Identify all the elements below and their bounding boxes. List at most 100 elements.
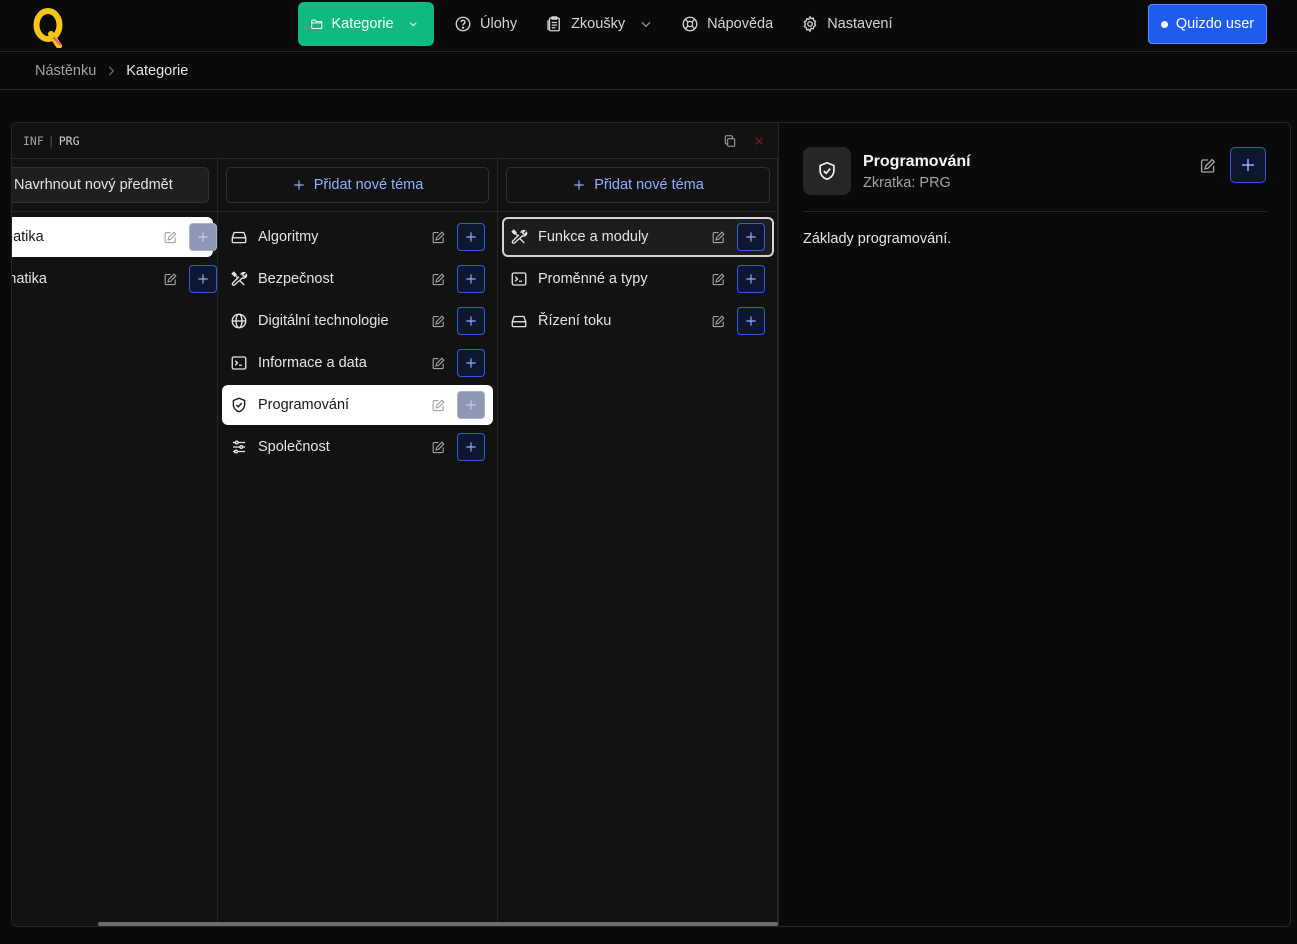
nav-kategorie-label: Kategorie — [331, 16, 394, 32]
plus-icon — [198, 274, 208, 284]
add-subtopic-button[interactable] — [457, 307, 485, 335]
topics-column: Přidat nové téma Algoritmy Bezpečnost Di… — [218, 159, 498, 926]
nav-zkousky[interactable]: Zkoušky — [533, 2, 669, 46]
edit-icon[interactable] — [163, 272, 178, 287]
add-topic-button[interactable] — [189, 265, 217, 293]
add-child-button[interactable] — [737, 265, 765, 293]
topics-column-header: Přidat nové téma — [218, 159, 497, 212]
edit-icon[interactable] — [431, 230, 446, 245]
nav-napoveda[interactable]: Nápověda — [669, 2, 789, 46]
add-topic-label: Přidat nové téma — [313, 177, 424, 193]
plus-icon — [198, 232, 208, 242]
plus-icon — [574, 180, 584, 190]
status-dot — [1160, 20, 1168, 28]
subtopic-row-promenne-a-typy[interactable]: Proměnné a typy — [502, 259, 774, 299]
plus-icon — [294, 180, 304, 190]
detail-title: Programování — [863, 153, 971, 170]
chevron-right-icon — [109, 66, 115, 76]
detail-abbreviation: Zkratka: PRG — [863, 175, 951, 191]
add-subtopic-button[interactable] — [457, 223, 485, 251]
browser-header: INF | PRG — [12, 123, 778, 159]
subtopic-label: Proměnné a typy — [538, 271, 648, 287]
edit-icon[interactable] — [1199, 157, 1217, 175]
main-nav: Kategorie Úlohy Zkoušky Nápověda Nastave… — [298, 2, 908, 46]
detail-icon-tile — [803, 147, 851, 195]
nav-nastaveni[interactable]: Nastavení — [789, 2, 908, 46]
terminal-icon — [511, 272, 527, 286]
plus-icon — [466, 400, 476, 410]
tools-icon — [231, 271, 248, 286]
nav-nastaveni-label: Nastavení — [827, 16, 893, 32]
add-subtopic-button[interactable] — [457, 433, 485, 461]
breadcrumb-current: Kategorie — [126, 63, 189, 79]
edit-icon[interactable] — [431, 398, 446, 413]
close-icon[interactable] — [752, 134, 766, 148]
topic-label: Digitální technologie — [258, 313, 389, 329]
user-menu-button[interactable]: Quizdo user — [1148, 4, 1267, 44]
subtopic-row-rizeni-toku[interactable]: Řízení toku — [502, 301, 774, 341]
path-separator: | — [47, 134, 55, 148]
add-subtopic-button[interactable]: Přidat nové téma — [506, 167, 770, 203]
question-circle-icon — [455, 16, 471, 32]
topic-row-programovani[interactable]: Programování — [222, 385, 493, 425]
edit-icon[interactable] — [431, 314, 446, 329]
add-subtopic-button[interactable] — [457, 265, 485, 293]
topic-label: Společnost — [258, 439, 330, 455]
subtopic-label: Funkce a moduly — [538, 229, 649, 245]
categories-card: INF|PRG Navrhnout nový předmět Informati… — [11, 122, 1291, 927]
path-current: PRG — [58, 134, 80, 148]
detail-panel: Programování Zkratka: PRG Základy progra… — [779, 123, 1290, 926]
add-subtopic-label: Přidat nové téma — [594, 177, 704, 193]
plus-icon — [466, 232, 476, 242]
topic-row-digitalni-technologie[interactable]: Digitální technologie — [222, 301, 493, 341]
add-topic-button[interactable]: Přidat nové téma — [226, 167, 489, 203]
subject-row-informatika[interactable]: Informatika — [12, 217, 217, 257]
edit-icon[interactable] — [711, 314, 726, 329]
lifebuoy-icon — [682, 16, 698, 32]
topic-row-informace-a-data[interactable]: Informace a data — [222, 343, 493, 383]
breadcrumb-home[interactable]: Nástěnku — [35, 63, 96, 79]
add-child-button[interactable] — [737, 223, 765, 251]
nav-ulohy[interactable]: Úlohy — [442, 2, 533, 46]
tools-icon — [511, 229, 528, 244]
clipboard-icon — [547, 16, 561, 32]
subject-row-matematika[interactable]: Matematika — [12, 259, 217, 299]
copy-icon[interactable] — [723, 134, 737, 148]
edit-icon[interactable] — [431, 440, 446, 455]
propose-subject-label: Navrhnout nový předmět — [14, 177, 173, 193]
plus-icon — [466, 442, 476, 452]
subject-label: Matematika — [12, 271, 47, 287]
topic-label: Algoritmy — [258, 229, 319, 245]
detail-add-button[interactable] — [1230, 147, 1266, 183]
subtopic-row-funkce-a-moduly[interactable]: Funkce a moduly — [502, 217, 774, 257]
topic-row-algoritmy[interactable]: Algoritmy — [222, 217, 493, 257]
subtopic-label: Řízení toku — [538, 313, 612, 329]
add-subtopic-button[interactable] — [457, 349, 485, 377]
subtopics-column: Přidat nové téma Funkce a moduly Proměnn… — [498, 159, 778, 926]
chevron-down-icon — [409, 22, 417, 27]
add-topic-button[interactable] — [189, 223, 217, 251]
user-name: Quizdo user — [1175, 16, 1255, 32]
topic-label: Bezpečnost — [258, 271, 334, 287]
path-root[interactable]: INF — [23, 134, 44, 148]
plus-icon — [466, 274, 476, 284]
edit-icon[interactable] — [431, 356, 446, 371]
edit-icon[interactable] — [711, 230, 726, 245]
chevron-down-icon — [641, 21, 651, 28]
terminal-icon — [231, 356, 247, 370]
propose-subject-button[interactable]: Navrhnout nový předmět — [12, 167, 209, 203]
nav-kategorie[interactable]: Kategorie — [298, 2, 434, 46]
topic-row-bezpecnost[interactable]: Bezpečnost — [222, 259, 493, 299]
quizdo-logo[interactable] — [33, 8, 65, 48]
add-child-button[interactable] — [737, 307, 765, 335]
topic-row-spolecnost[interactable]: Společnost — [222, 427, 493, 467]
topic-label: Programování — [258, 397, 350, 413]
horizontal-scrollbar[interactable] — [98, 922, 778, 926]
add-subtopic-button[interactable] — [457, 391, 485, 419]
edit-icon[interactable] — [431, 272, 446, 287]
category-browser: INF|PRG Navrhnout nový předmět Informati… — [12, 123, 779, 926]
edit-icon[interactable] — [163, 230, 178, 245]
edit-icon[interactable] — [711, 272, 726, 287]
globe-icon — [231, 313, 247, 329]
hard-drive-icon — [511, 315, 527, 328]
